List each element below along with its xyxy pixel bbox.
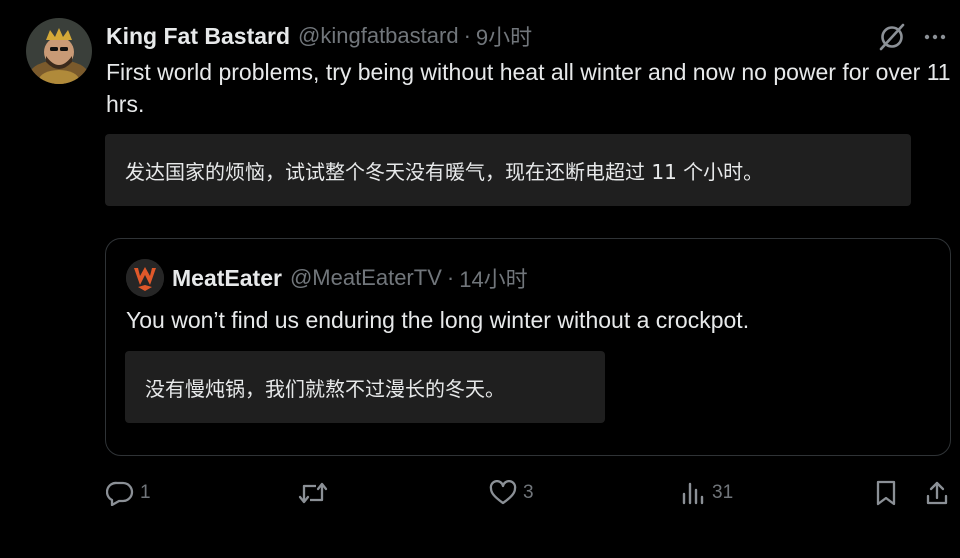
quoted-separator-dot: ·	[446, 265, 455, 290]
like-count: 3	[523, 482, 534, 503]
views-count: 31	[712, 482, 734, 503]
quoted-author-handle[interactable]: @MeatEaterTV	[290, 265, 442, 291]
quoted-tweet[interactable]: MeatEater @MeatEaterTV · 14小时 You won’t …	[105, 238, 951, 456]
king-avatar-image	[26, 18, 92, 84]
grok-icon[interactable]	[876, 22, 908, 52]
separator-dot: ·	[463, 23, 471, 48]
share-button[interactable]	[924, 478, 950, 508]
tweet-header: King Fat Bastard @kingfatbastard · 9小时	[106, 20, 532, 52]
more-icon[interactable]	[920, 22, 950, 52]
retweet-button[interactable]	[298, 478, 334, 508]
tweet-text: First world problems, try being without …	[106, 59, 951, 117]
like-button[interactable]: 3	[489, 478, 534, 508]
bookmark-button[interactable]	[873, 478, 899, 508]
meateater-logo-icon	[126, 259, 164, 297]
heart-icon	[489, 480, 517, 505]
quoted-header: MeatEater @MeatEaterTV · 14小时	[172, 261, 528, 295]
avatar[interactable]	[26, 18, 92, 84]
quoted-text: You won’t find us enduring the long wint…	[126, 307, 750, 333]
author-handle[interactable]: @kingfatbastard	[298, 23, 459, 49]
views-icon	[682, 482, 704, 505]
reply-icon	[106, 481, 134, 506]
tweet-translation-text: 发达国家的烦恼，试试整个冬天没有暖气，现在还断电超过 11 个小时。	[125, 159, 764, 184]
quoted-time[interactable]: 14小时	[459, 262, 527, 294]
tweet: King Fat Bastard @kingfatbastard · 9小时 F…	[0, 0, 960, 558]
share-icon	[926, 481, 948, 505]
reply-button[interactable]: 1	[106, 478, 151, 508]
views-button[interactable]: 31	[680, 478, 733, 508]
reply-count: 1	[140, 482, 151, 503]
bookmark-icon	[876, 480, 896, 506]
tweet-translation: 发达国家的烦恼，试试整个冬天没有暖气，现在还断电超过 11 个小时。	[105, 134, 911, 206]
quoted-avatar[interactable]	[126, 259, 164, 297]
retweet-icon	[298, 482, 328, 504]
author-name[interactable]: King Fat Bastard	[106, 23, 290, 50]
quoted-translation-text: 没有慢炖锅，我们就熬不过漫长的冬天。	[145, 376, 505, 401]
tweet-time[interactable]: 9小时	[476, 20, 532, 52]
quoted-author-name[interactable]: MeatEater	[172, 265, 282, 292]
quoted-translation: 没有慢炖锅，我们就熬不过漫长的冬天。	[125, 351, 605, 423]
